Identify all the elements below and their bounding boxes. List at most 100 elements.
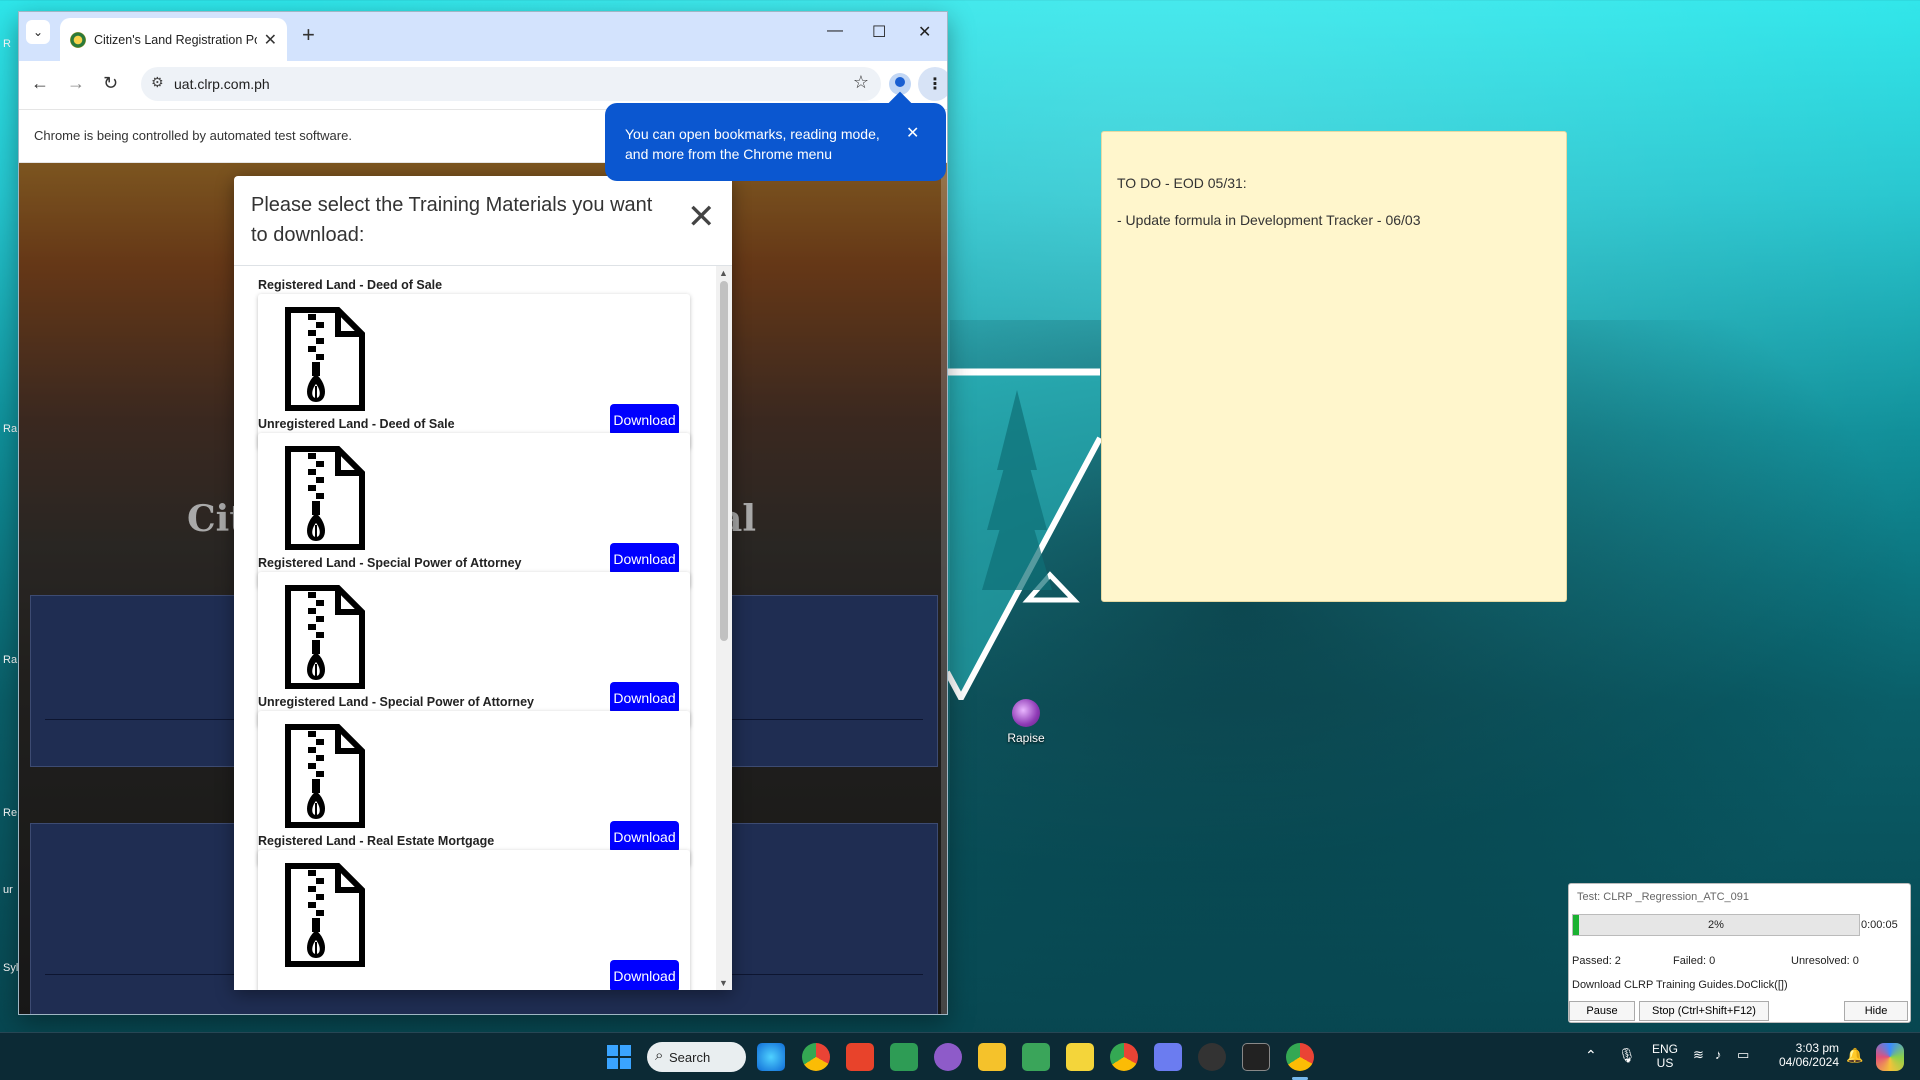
wifi-icon[interactable]: ≋ bbox=[1693, 1047, 1704, 1080]
download-button[interactable]: Download bbox=[610, 960, 679, 990]
download-button[interactable]: Download bbox=[610, 682, 679, 714]
zip-file-icon-wrap bbox=[284, 445, 366, 556]
taskbar-search[interactable]: Search bbox=[647, 1042, 746, 1072]
test-progress-bar: 2% bbox=[1572, 914, 1860, 936]
battery-icon[interactable]: ▭ bbox=[1737, 1047, 1749, 1080]
chrome-icon[interactable] bbox=[802, 1043, 830, 1071]
material-card: Download bbox=[258, 850, 690, 990]
forward-arrow-icon[interactable]: → bbox=[67, 73, 85, 94]
clock[interactable]: 3:03 pm 04/06/2024 bbox=[1773, 1041, 1839, 1080]
download-button[interactable]: Download bbox=[610, 543, 679, 575]
site-info-icon[interactable]: ⚙ bbox=[151, 74, 164, 91]
copilot-icon[interactable] bbox=[1876, 1043, 1904, 1071]
new-tab-plus-icon[interactable]: + bbox=[302, 22, 315, 48]
current-action: Download CLRP Training Guides.DoClick([]… bbox=[1572, 979, 1788, 991]
lang-line: ENG bbox=[1651, 1042, 1678, 1056]
notification-bell-icon[interactable]: 🔔 bbox=[1846, 1047, 1863, 1080]
site-favicon-icon bbox=[70, 31, 86, 48]
lang-line: US bbox=[1656, 1056, 1674, 1070]
reload-icon[interactable]: ↻ bbox=[103, 73, 118, 94]
modal-title: Please select the Training Materials you… bbox=[251, 194, 653, 246]
chat-app-icon[interactable] bbox=[1022, 1043, 1050, 1071]
desktop-icon-label: Rapise bbox=[1007, 731, 1045, 745]
material-title: Registered Land - Deed of Sale bbox=[258, 278, 443, 292]
hide-button[interactable]: Hide bbox=[1844, 1001, 1908, 1021]
sticky-note-line: TO DO - EOD 05/31: bbox=[1117, 175, 1247, 191]
volume-icon[interactable]: ♪ bbox=[1715, 1047, 1722, 1080]
minimize-icon[interactable]: — bbox=[827, 22, 843, 40]
desktop-icon-rapise[interactable]: Rapise bbox=[1000, 699, 1052, 745]
modal-scrollbar[interactable]: ▲ ▼ bbox=[716, 266, 732, 990]
address-bar[interactable]: ⚙ uat.clrp.com.ph ☆ bbox=[141, 67, 881, 101]
zip-file-icon bbox=[285, 724, 365, 828]
microphone-icon[interactable]: 🎙 bbox=[1618, 1047, 1636, 1080]
chrome-menu-kebab-icon[interactable]: ⋮ bbox=[918, 67, 947, 101]
sticky-note[interactable]: TO DO - EOD 05/31: - Update formula in D… bbox=[1101, 131, 1567, 602]
wallpaper-triangle-art bbox=[947, 368, 1103, 700]
terminal-icon[interactable] bbox=[1242, 1043, 1270, 1071]
close-window-icon[interactable]: ✕ bbox=[918, 22, 931, 42]
tab-strip: ⌄ Citizen's Land Registration Port ✕ + —… bbox=[19, 12, 947, 61]
notepad-icon[interactable] bbox=[890, 1043, 918, 1071]
sticky-note-line: - Update formula in Development Tracker … bbox=[1117, 212, 1421, 228]
media-app-icon[interactable] bbox=[1154, 1043, 1182, 1071]
back-arrow-icon[interactable]: ← bbox=[31, 73, 49, 94]
tab-close-icon[interactable]: ✕ bbox=[264, 30, 277, 50]
edge-icon[interactable] bbox=[757, 1043, 785, 1071]
infobar-text: Chrome is being controlled by automated … bbox=[34, 128, 352, 143]
tab-title: Citizen's Land Registration Port bbox=[94, 32, 257, 47]
bookmark-star-icon[interactable]: ☆ bbox=[853, 72, 869, 93]
chrome-profile-icon[interactable] bbox=[1110, 1043, 1138, 1071]
tab-search-dropdown[interactable]: ⌄ bbox=[26, 20, 50, 44]
zip-file-icon-wrap bbox=[284, 862, 366, 973]
edge-label: ur bbox=[3, 884, 13, 896]
test-title: Test: CLRP _Regression_ATC_091 bbox=[1577, 891, 1750, 903]
download-button[interactable]: Download bbox=[610, 821, 679, 853]
zip-file-icon-wrap bbox=[284, 306, 366, 417]
material-title: Registered Land - Real Estate Mortgage bbox=[258, 834, 495, 848]
material-title: Registered Land - Special Power of Attor… bbox=[258, 556, 522, 570]
modal-scroll-thumb[interactable] bbox=[720, 281, 728, 641]
zip-file-icon bbox=[285, 585, 365, 689]
zip-file-icon bbox=[285, 863, 365, 967]
taskbar: Search ⌃ 🎙 ENG US ≋ ♪ ▭ 3:03 pm 04/06/20… bbox=[0, 1032, 1920, 1080]
training-materials-modal: Please select the Training Materials you… bbox=[234, 176, 732, 990]
failed-count: Failed: 0 bbox=[1673, 955, 1716, 967]
remote-app-icon[interactable] bbox=[846, 1043, 874, 1071]
modal-header: Please select the Training Materials you… bbox=[234, 176, 732, 266]
scroll-up-arrow-icon[interactable]: ▲ bbox=[719, 268, 728, 278]
browser-tab[interactable]: Citizen's Land Registration Port ✕ bbox=[60, 18, 287, 61]
tip-text: You can open bookmarks, reading mode, an… bbox=[625, 126, 880, 162]
download-button[interactable]: Download bbox=[610, 404, 679, 436]
sticky-notes-icon[interactable] bbox=[1066, 1043, 1094, 1071]
passed-count: Passed: 2 bbox=[1572, 955, 1621, 967]
zip-file-icon-wrap bbox=[284, 584, 366, 695]
zip-file-icon bbox=[285, 446, 365, 550]
language-indicator[interactable]: ENG US bbox=[1650, 1042, 1680, 1080]
zip-file-icon bbox=[285, 307, 365, 411]
clock-date: 04/06/2024 bbox=[1778, 1055, 1839, 1069]
chrome-active-icon[interactable] bbox=[1286, 1043, 1314, 1071]
page-scrollbar[interactable] bbox=[941, 163, 947, 1014]
stop-button[interactable]: Stop (Ctrl+Shift+F12) bbox=[1639, 1001, 1769, 1021]
modal-close-icon[interactable]: ✕ bbox=[687, 200, 716, 234]
pause-button[interactable]: Pause bbox=[1569, 1001, 1635, 1021]
maximize-icon[interactable]: ☐ bbox=[872, 22, 886, 42]
edge-label: Ra bbox=[3, 423, 18, 435]
scroll-down-arrow-icon[interactable]: ▼ bbox=[719, 978, 728, 988]
edge-label: Syl bbox=[3, 962, 19, 974]
rapise-app-icon bbox=[1012, 699, 1040, 727]
tip-close-icon[interactable]: ✕ bbox=[906, 123, 919, 143]
eclipse-icon[interactable] bbox=[934, 1043, 962, 1071]
edge-label: Ra bbox=[3, 654, 18, 666]
modal-body: Registered Land - Deed of Sale Download Un… bbox=[234, 266, 732, 990]
zip-file-icon-wrap bbox=[284, 723, 366, 834]
file-explorer-icon[interactable] bbox=[978, 1043, 1006, 1071]
progress-label: 2% bbox=[1708, 919, 1724, 931]
chrome-menu-tip: You can open bookmarks, reading mode, an… bbox=[605, 103, 946, 181]
address-url: uat.clrp.com.ph bbox=[174, 76, 270, 92]
windows-start-icon[interactable] bbox=[607, 1045, 631, 1069]
rapise-test-panel: Test: CLRP _Regression_ATC_091 2% 0:00:0… bbox=[1568, 883, 1911, 1023]
recorder-icon[interactable] bbox=[1198, 1043, 1226, 1071]
tray-overflow-chevron-icon[interactable]: ⌃ bbox=[1585, 1047, 1597, 1080]
